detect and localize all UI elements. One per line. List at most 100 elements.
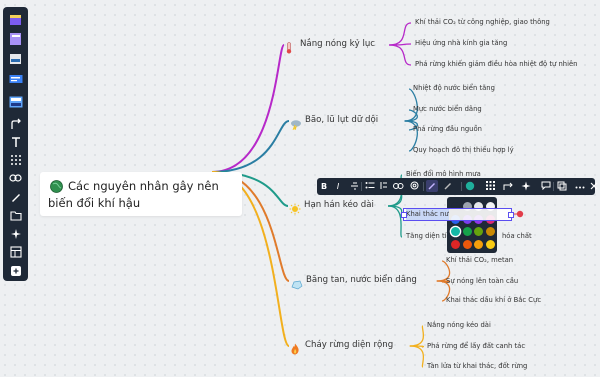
toolbar-separator xyxy=(553,182,554,191)
leaf-connector xyxy=(389,22,412,46)
leaf-connector xyxy=(387,205,403,238)
color-dot-button[interactable] xyxy=(463,178,477,195)
branch-label-b2[interactable]: Bão, lũ lụt dữ dội xyxy=(305,115,378,125)
mention-button[interactable] xyxy=(407,178,421,195)
table-icon xyxy=(9,246,22,258)
card-icon xyxy=(9,53,22,65)
magic-tool-button[interactable] xyxy=(7,227,24,241)
left-toolbar xyxy=(3,7,28,281)
sticky-stack-icon xyxy=(9,32,22,46)
numbered-list-icon xyxy=(380,181,388,192)
color-swatch[interactable] xyxy=(451,239,460,249)
italic-button[interactable]: I xyxy=(331,178,345,195)
leaf-b5-2[interactable]: Tàn lửa từ khai thác, đốt rừng xyxy=(427,362,527,370)
color-swatch[interactable] xyxy=(485,239,495,249)
color-swatch[interactable] xyxy=(474,239,483,249)
card-tool-button[interactable] xyxy=(7,52,24,66)
branch-label-b5[interactable]: Cháy rừng diện rộng xyxy=(305,340,393,350)
add-tool-button[interactable] xyxy=(7,264,24,278)
text-tool-button[interactable] xyxy=(7,135,24,149)
central-topic[interactable]: Các nguyên nhân gây nên biến đổi khí hậu xyxy=(40,172,242,216)
highlight-icon xyxy=(443,181,453,193)
sticky-stack-tool-button[interactable] xyxy=(7,32,24,46)
color-palette xyxy=(447,197,497,253)
toolbar-separator xyxy=(361,182,362,191)
pen-tool-button[interactable] xyxy=(7,190,24,204)
highlight-button[interactable] xyxy=(441,178,455,195)
leaf-b2-0[interactable]: Nhiệt độ nước biển tăng xyxy=(413,84,495,92)
ice-icon xyxy=(291,275,303,294)
link-icon xyxy=(392,182,404,192)
leaf-b3-4[interactable]: hóa chất xyxy=(502,232,532,240)
sticky-note-icon xyxy=(9,14,22,26)
leaf-b3-0[interactable]: Biến đổi mô hình mưa xyxy=(406,170,481,178)
more-button[interactable] xyxy=(573,178,587,195)
template-icon xyxy=(9,96,23,108)
link-icon xyxy=(9,173,22,183)
grid-tool-button[interactable] xyxy=(7,153,24,167)
text-card-tool-button[interactable] xyxy=(7,72,24,86)
leaf-connector xyxy=(409,325,425,347)
branch-label-b3[interactable]: Hạn hán kéo dài xyxy=(304,200,374,210)
numbered-list-button[interactable] xyxy=(377,178,391,195)
sticky-note-tool-button[interactable] xyxy=(7,13,24,27)
link-button[interactable] xyxy=(391,178,405,195)
pen-color-icon xyxy=(426,179,438,194)
table-tool-button[interactable] xyxy=(7,245,24,259)
leaf-b2-3[interactable]: Quy hoạch đô thị thiếu hợp lý xyxy=(413,146,514,154)
branch-label-b1[interactable]: Nắng nóng kỷ lục xyxy=(300,39,375,49)
grid-button[interactable] xyxy=(483,178,497,195)
magic-button[interactable] xyxy=(519,178,533,195)
leaf-b1-2[interactable]: Phá rừng khiến giảm điều hòa nhiệt độ tự… xyxy=(415,60,577,68)
copy-icon xyxy=(557,181,567,193)
fire-icon xyxy=(290,340,300,359)
leaf-b4-1[interactable]: Sự nóng lên toàn cầu xyxy=(446,277,518,285)
leaf-b2-1[interactable]: Mực nước biển dâng xyxy=(413,105,482,113)
close-button[interactable] xyxy=(587,178,600,195)
pen-color-button[interactable] xyxy=(425,178,439,195)
branch-connector xyxy=(211,120,290,173)
template-tool-button[interactable] xyxy=(7,95,24,109)
branch-label-b4[interactable]: Băng tan, nước biển dâng xyxy=(306,275,417,285)
comment-button[interactable] xyxy=(539,178,553,195)
selection-handle-left[interactable] xyxy=(401,212,407,218)
leaf-b5-0[interactable]: Nắng nóng kéo dài xyxy=(427,321,491,329)
selected-text[interactable]: Khai thác nư xyxy=(406,209,449,220)
italic-label: I xyxy=(336,182,340,191)
leaf-edit-box[interactable]: Khai thác nư xyxy=(401,208,514,221)
storm-icon xyxy=(290,115,302,134)
color-swatch[interactable] xyxy=(474,227,483,236)
strikethrough-button[interactable] xyxy=(347,178,361,195)
color-dot-icon xyxy=(465,181,475,193)
leaf-connector xyxy=(409,345,425,368)
connector-arrow-icon xyxy=(10,118,22,130)
color-swatch[interactable] xyxy=(485,227,495,236)
text-icon xyxy=(10,136,22,148)
grid-icon xyxy=(10,154,22,166)
leaf-b4-0[interactable]: Khí thải CO₂, metan xyxy=(446,256,513,264)
more-icon xyxy=(575,182,585,191)
add-child-arrow-icon[interactable] xyxy=(514,210,526,218)
branch-connector xyxy=(211,44,285,173)
frame-icon xyxy=(9,210,22,221)
link-tool-button[interactable] xyxy=(7,171,24,185)
leaf-b2-2[interactable]: Phá rừng đầu nguồn xyxy=(413,125,482,133)
bold-button[interactable]: B xyxy=(317,178,331,195)
connector-arrow-tool-button[interactable] xyxy=(7,117,24,131)
connector-button[interactable] xyxy=(501,178,515,195)
toolbar-separator xyxy=(461,182,462,191)
color-swatch[interactable] xyxy=(451,227,460,236)
frame-tool-button[interactable] xyxy=(7,208,24,222)
central-topic-text: Các nguyên nhân gây nên biến đổi khí hậu xyxy=(48,179,219,210)
bullet-list-button[interactable] xyxy=(363,178,377,195)
copy-button[interactable] xyxy=(555,178,569,195)
leaf-b5-1[interactable]: Phá rừng để lấy đất canh tác xyxy=(427,342,525,350)
leaf-b1-1[interactable]: Hiệu ứng nhà kính gia tăng xyxy=(415,39,507,47)
bullet-list-icon xyxy=(365,181,375,192)
color-swatch[interactable] xyxy=(462,239,472,249)
close-icon xyxy=(590,182,598,192)
magic-icon xyxy=(10,228,22,240)
leaf-b4-2[interactable]: Khai thác dầu khí ở Bắc Cực xyxy=(446,296,541,304)
color-swatch[interactable] xyxy=(462,227,472,236)
leaf-b1-0[interactable]: Khí thải CO₂ từ công nghiệp, giao thông xyxy=(415,18,550,26)
